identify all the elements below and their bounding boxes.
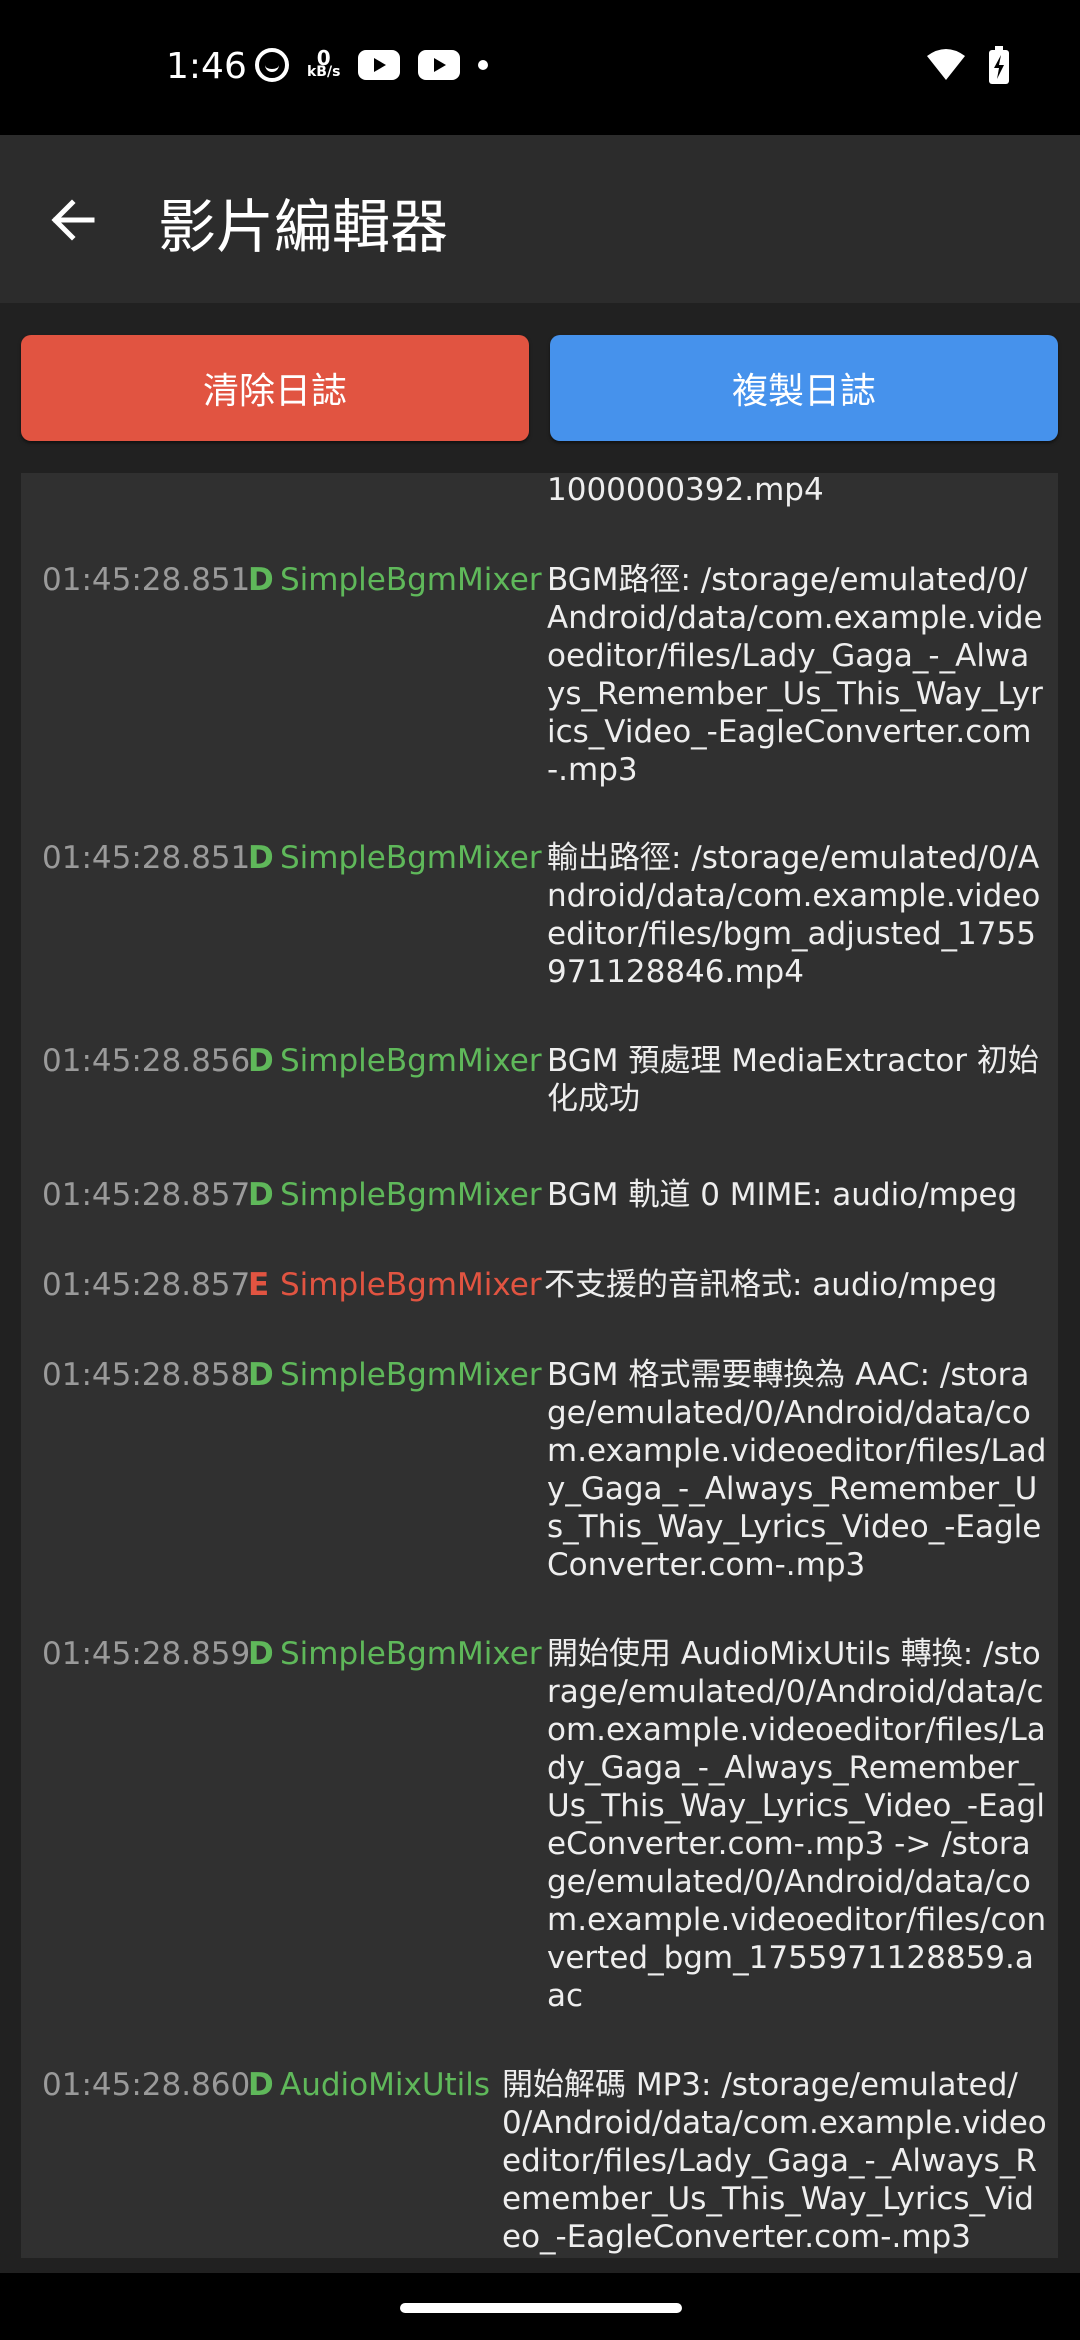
log-tag: SimpleBgmMixer xyxy=(280,1043,542,1079)
youtube-icon xyxy=(358,50,401,80)
wifi-icon xyxy=(927,49,965,80)
status-time: 1:46 xyxy=(166,46,247,87)
log-screen: 清除日誌 複製日誌 1000000392.mp4 01:45:28.851 D … xyxy=(0,303,1080,2273)
face-icon xyxy=(255,48,289,82)
log-tag: AudioMixUtils xyxy=(280,2067,491,2103)
app-title: 影片編輯器 xyxy=(158,193,449,261)
arrow-left-icon xyxy=(51,199,95,241)
log-level: D xyxy=(248,840,274,876)
log-level: D xyxy=(248,2067,274,2103)
log-time: 01:45:28.859 xyxy=(42,1636,251,1672)
log-message: 不支援的音訊格式: audio/mpeg xyxy=(544,1267,998,1303)
notification-icons: 0 kB/s xyxy=(255,46,489,82)
log-tag: SimpleBgmMixer xyxy=(280,1177,542,1213)
net-speed-unit: kB/s xyxy=(307,64,341,80)
log-level: D xyxy=(248,1636,274,1672)
net-speed: 0 kB/s xyxy=(307,46,341,80)
app-bar: 影片編輯器 xyxy=(0,135,1080,303)
back-button[interactable] xyxy=(40,185,110,255)
log-tag: SimpleBgmMixer xyxy=(280,562,542,598)
log-time: 01:45:28.856 xyxy=(42,1043,251,1079)
log-level: E xyxy=(248,1267,270,1303)
log-level: D xyxy=(248,1177,274,1213)
screen: 1:46 0 kB/s 影片編輯器 清除日誌 複製日誌 1000000392.m… xyxy=(0,0,1080,2340)
net-speed-value: 0 xyxy=(316,46,331,70)
log-time: 01:45:28.857 xyxy=(42,1177,251,1213)
log-time: 01:45:28.858 xyxy=(42,1357,251,1393)
log-time: 01:45:28.857 xyxy=(42,1267,251,1303)
log-level: D xyxy=(248,1043,274,1079)
log-message: 輸出路徑: /storage/emulated/0/Android/data/c… xyxy=(547,840,1041,990)
clear-log-button[interactable]: 清除日誌 xyxy=(21,335,529,441)
system-icons xyxy=(926,46,1010,84)
log-message: BGM路徑: /storage/emulated/0/Android/data/… xyxy=(547,562,1043,788)
home-gesture-handle[interactable] xyxy=(400,2303,682,2313)
log-message: BGM 預處理 MediaExtractor 初始化成功 xyxy=(547,1043,1039,1117)
navigation-bar xyxy=(0,2273,1080,2340)
log-message: 開始解碼 MP3: /storage/emulated/0/Android/da… xyxy=(502,2067,1047,2255)
battery-charging-icon xyxy=(989,46,1009,84)
log-message: 1000000392.mp4 xyxy=(547,473,824,508)
copy-log-button[interactable]: 複製日誌 xyxy=(550,335,1058,441)
log-tag: SimpleBgmMixer xyxy=(280,1636,542,1672)
log-list[interactable]: 1000000392.mp4 01:45:28.851 D SimpleBgmM… xyxy=(21,473,1058,2258)
log-time: 01:45:28.860 xyxy=(42,2067,251,2103)
log-level: D xyxy=(248,562,274,598)
log-time: 01:45:28.851 xyxy=(42,562,251,598)
dot-icon xyxy=(478,60,489,70)
status-bar: 1:46 0 kB/s xyxy=(0,0,1080,135)
log-tag: SimpleBgmMixer xyxy=(280,1267,542,1303)
youtube-icon xyxy=(418,50,461,80)
log-message: 開始使用 AudioMixUtils 轉換: /storage/emulated… xyxy=(547,1636,1047,2014)
log-level: D xyxy=(248,1357,274,1393)
log-message: BGM 格式需要轉換為 AAC: /storage/emulated/0/And… xyxy=(547,1357,1047,1583)
log-message: BGM 軌道 0 MIME: audio/mpeg xyxy=(547,1177,1018,1213)
log-tag: SimpleBgmMixer xyxy=(280,1357,542,1393)
log-time: 01:45:28.851 xyxy=(42,840,251,876)
log-tag: SimpleBgmMixer xyxy=(280,840,542,876)
